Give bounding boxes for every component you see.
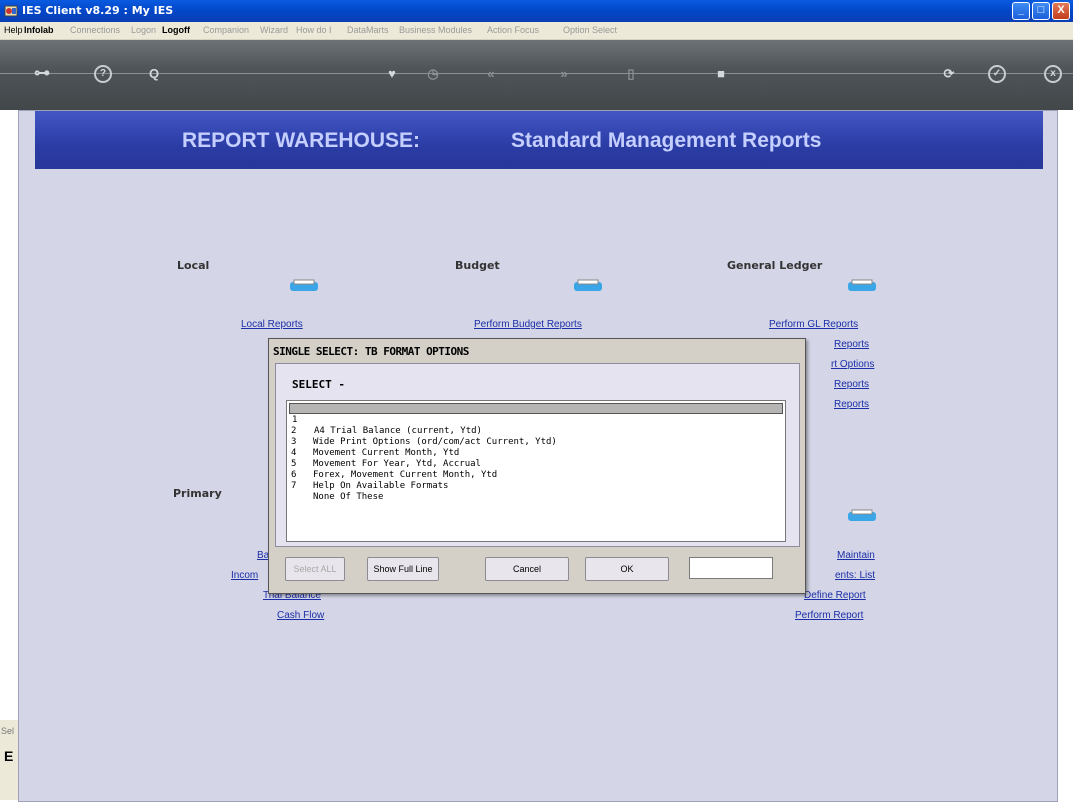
list-item[interactable]: 1 A4 Trial Balance (current, Ytd) — [289, 403, 783, 436]
section-local: Local — [177, 259, 210, 272]
cash-flow-link[interactable]: Cash Flow — [277, 610, 324, 621]
back-icon[interactable]: « — [482, 65, 500, 83]
maximize-button[interactable]: □ — [1032, 2, 1050, 20]
refresh-icon[interactable]: ⟳ — [940, 65, 958, 83]
close-icon[interactable]: x — [1044, 65, 1062, 83]
options-list[interactable]: 1 A4 Trial Balance (current, Ytd) 2 Wide… — [286, 400, 786, 542]
define-report-link[interactable]: Define Report — [804, 590, 866, 601]
heart-icon[interactable]: ♥ — [383, 65, 401, 83]
option-text: Help On Available Formats — [313, 481, 449, 491]
perform-budget-reports-link[interactable]: Perform Budget Reports — [474, 319, 582, 330]
printer-icon[interactable] — [289, 279, 319, 293]
ok-icon[interactable]: ✓ — [988, 65, 1006, 83]
income-statement-link[interactable]: Incom — [231, 570, 258, 581]
select-all-button[interactable]: Select ALL — [285, 557, 345, 581]
forward-icon[interactable]: » — [555, 65, 573, 83]
ok-button[interactable]: OK — [585, 557, 669, 581]
menu-help[interactable]: Help — [4, 25, 23, 35]
option-number: 7 — [291, 481, 297, 491]
close-window-button[interactable]: X — [1052, 2, 1070, 20]
minimize-button[interactable]: _ — [1012, 2, 1030, 20]
list-item[interactable]: 2 Wide Print Options (ord/com/act Curren… — [289, 415, 783, 447]
menu-business-modules[interactable]: Business Modules — [399, 25, 472, 35]
option-text: None Of These — [313, 492, 384, 502]
banner-title: REPORT WAREHOUSE: — [182, 129, 421, 152]
window-title: IES Client v8.29 : My IES — [22, 4, 174, 17]
list-item[interactable]: 6 Help On Available Formats — [289, 459, 783, 491]
list-item[interactable]: 3 Movement Current Month, Ytd — [289, 426, 783, 458]
list-item[interactable]: 4 Movement For Year, Ytd, Accrual — [289, 437, 783, 469]
show-full-line-button[interactable]: Show Full Line — [367, 557, 439, 581]
gl-reports-link-4[interactable]: Reports — [834, 399, 869, 410]
local-reports-link[interactable]: Local Reports — [241, 319, 303, 330]
section-budget: Budget — [455, 259, 500, 272]
select-label: SELECT - — [292, 378, 345, 391]
clock-icon[interactable]: ◷ — [424, 65, 442, 83]
perform-gl-reports-link[interactable]: Perform GL Reports — [769, 319, 858, 330]
menu-how-do-i[interactable]: How do I — [296, 25, 332, 35]
search-icon[interactable]: Q — [145, 65, 163, 83]
menu-companion[interactable]: Companion — [203, 25, 249, 35]
menu-datamarts[interactable]: DataMarts — [347, 25, 389, 35]
printer-icon[interactable] — [847, 509, 877, 523]
menu-action-focus[interactable]: Action Focus — [487, 25, 539, 35]
document-icon[interactable]: ▯ — [622, 65, 640, 83]
maintain-link[interactable]: Maintain — [837, 550, 875, 561]
gl-reports-link-2[interactable]: Reports — [834, 339, 869, 350]
tb-format-options-dialog: SINGLE SELECT: TB FORMAT OPTIONS SELECT … — [268, 338, 806, 594]
dialog-body: SELECT - 1 A4 Trial Balance (current, Yt… — [275, 363, 800, 547]
list-item[interactable]: 5 Forex, Movement Current Month, Ytd — [289, 448, 783, 480]
section-general-ledger: General Ledger — [727, 259, 823, 272]
help-icon[interactable]: ? — [94, 65, 112, 83]
report-warehouse-banner: REPORT WAREHOUSE: Standard Management Re… — [35, 111, 1043, 169]
printer-icon[interactable] — [573, 279, 603, 293]
status-label: Sel — [1, 726, 15, 736]
status-indicator: E — [4, 748, 14, 764]
cancel-button[interactable]: Cancel — [485, 557, 569, 581]
menu-infolab[interactable]: Infolab — [24, 25, 54, 35]
menu-wizard[interactable]: Wizard — [260, 25, 288, 35]
printer-icon[interactable] — [847, 279, 877, 293]
stop-icon[interactable]: ■ — [712, 65, 730, 83]
dialog-title: SINGLE SELECT: TB FORMAT OPTIONS — [273, 345, 469, 358]
section-primary: Primary — [173, 487, 222, 500]
list-item[interactable]: 7 None Of These — [289, 470, 783, 502]
gl-reports-link-3[interactable]: Reports — [834, 379, 869, 390]
banner-subtitle: Standard Management Reports — [511, 129, 822, 152]
app-icon — [4, 5, 18, 17]
toolbar: ⊶ ? Q ♥ ◷ « » ▯ ■ ⟳ ✓ x — [0, 40, 1073, 110]
menu-bar: Help Infolab Connections Logon Logoff Co… — [0, 22, 1073, 40]
perform-report-link[interactable]: Perform Report — [795, 610, 863, 621]
key-icon[interactable]: ⊶ — [30, 65, 54, 83]
status-area: Sel E — [0, 720, 18, 800]
gl-report-options-link[interactable]: rt Options — [831, 359, 874, 370]
selection-input[interactable] — [689, 557, 773, 579]
statements-list-link[interactable]: ents: List — [835, 570, 875, 581]
menu-logoff[interactable]: Logoff — [162, 25, 190, 35]
menu-logon[interactable]: Logon — [131, 25, 156, 35]
title-bar: IES Client v8.29 : My IES _ □ X — [0, 0, 1073, 22]
menu-option-select[interactable]: Option Select — [563, 25, 617, 35]
menu-connections[interactable]: Connections — [70, 25, 120, 35]
